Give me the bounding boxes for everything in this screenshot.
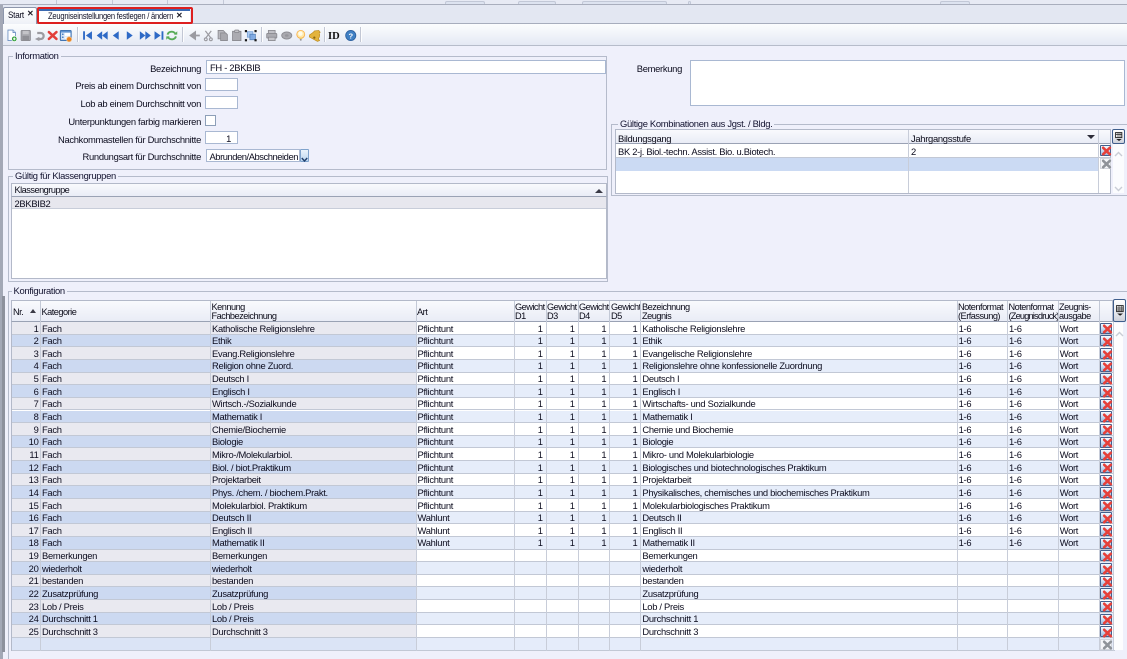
svg-text:?: ? bbox=[348, 31, 353, 40]
